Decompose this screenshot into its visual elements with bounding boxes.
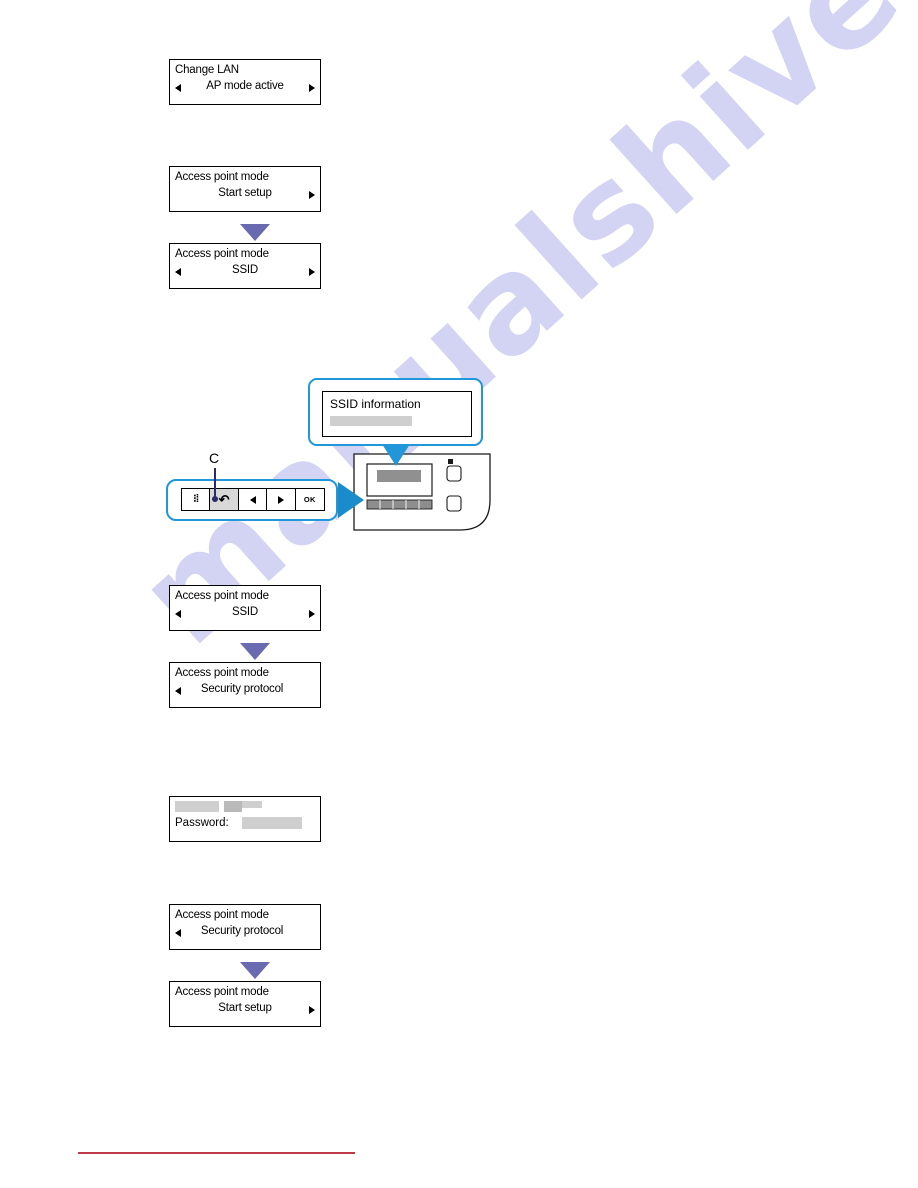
lcd-line-2-row: SSID bbox=[175, 264, 315, 280]
password-ssid-redacted bbox=[175, 801, 315, 814]
page-canvas: manualshive.com Change LAN AP mode activ… bbox=[0, 0, 918, 1188]
right-arrow-icon bbox=[309, 610, 315, 618]
left-arrow-button[interactable] bbox=[238, 489, 268, 510]
printer-power-indicator-icon bbox=[448, 459, 453, 464]
lcd-line-1: Access point mode bbox=[175, 667, 269, 679]
lcd-panel-ap-ssid-2: Access point mode SSID bbox=[169, 585, 321, 631]
right-arrow-icon bbox=[309, 84, 315, 92]
lcd-panel-password: Password: bbox=[169, 796, 321, 842]
left-arrow-icon bbox=[249, 495, 256, 504]
lcd-line-1: Access point mode bbox=[175, 248, 269, 260]
left-arrow-icon bbox=[175, 929, 181, 937]
lcd-panel-change-lan: Change LAN AP mode active bbox=[169, 59, 321, 105]
lcd-line-1: Access point mode bbox=[175, 590, 269, 602]
lcd-line-2-row: AP mode active bbox=[175, 80, 315, 96]
lcd-line-2: Security protocol bbox=[200, 925, 284, 937]
ssid-information-callout: SSID information bbox=[308, 378, 483, 446]
ok-button[interactable]: OK bbox=[295, 489, 325, 510]
lcd-line-2: AP mode active bbox=[206, 80, 284, 92]
transition-arrow-down-1 bbox=[240, 224, 270, 241]
lcd-line-2: SSID bbox=[231, 606, 259, 618]
printer-button-strip bbox=[366, 499, 433, 510]
watermark-layer: manualshive.com bbox=[0, 0, 918, 1188]
reference-label-c: C bbox=[209, 450, 220, 466]
lcd-line-1: Access point mode bbox=[175, 171, 269, 183]
right-arrow-icon bbox=[309, 1006, 315, 1014]
transition-arrow-down-2 bbox=[240, 643, 270, 660]
ssid-information-title: SSID information bbox=[330, 397, 421, 411]
lcd-line-2: SSID bbox=[231, 264, 259, 276]
lcd-panel-ap-start-setup-1: Access point mode Start setup bbox=[169, 166, 321, 212]
password-label: Password: bbox=[175, 817, 229, 830]
back-arrow-icon: ↶ bbox=[218, 492, 230, 507]
lcd-line-2-row: Start setup bbox=[175, 187, 315, 203]
left-arrow-icon bbox=[175, 84, 181, 92]
lcd-line-1: Change LAN bbox=[175, 64, 239, 76]
lcd-line-2-row: Security protocol bbox=[175, 683, 315, 699]
lcd-panel-ap-security-2: Access point mode Security protocol bbox=[169, 904, 321, 950]
right-arrow-button[interactable] bbox=[267, 489, 296, 510]
lcd-line-2: Security protocol bbox=[200, 683, 284, 695]
ok-button-label: OK bbox=[303, 495, 316, 504]
lcd-line-1: Access point mode bbox=[175, 986, 269, 998]
maintenance-icon: ⁝⁞ bbox=[193, 493, 199, 505]
zoom-pointer-arrow bbox=[338, 482, 364, 518]
lcd-line-2: Start setup bbox=[218, 1002, 272, 1014]
left-arrow-icon bbox=[175, 268, 181, 276]
lcd-line-2: Start setup bbox=[218, 187, 272, 199]
lcd-line-2-row: SSID bbox=[175, 606, 315, 622]
right-arrow-icon bbox=[277, 495, 284, 504]
left-arrow-icon bbox=[175, 610, 181, 618]
lcd-panel-ap-start-setup-2: Access point mode Start setup bbox=[169, 981, 321, 1027]
footer-rule bbox=[78, 1152, 355, 1154]
password-value-redacted bbox=[241, 817, 302, 829]
maintenance-button[interactable]: ⁝⁞ bbox=[182, 489, 211, 510]
right-arrow-icon bbox=[309, 191, 315, 199]
password-row: Password: bbox=[175, 817, 315, 833]
transition-arrow-down-3 bbox=[240, 962, 270, 979]
lcd-panel-ap-security-1: Access point mode Security protocol bbox=[169, 662, 321, 708]
ssid-information-value-redacted bbox=[330, 412, 464, 427]
lcd-line-2-row: Security protocol bbox=[175, 925, 315, 941]
right-arrow-icon bbox=[309, 268, 315, 276]
lcd-line-2-row: Start setup bbox=[175, 1002, 315, 1018]
printer-lcd-screen bbox=[377, 470, 421, 482]
reference-leader-dot bbox=[212, 496, 218, 502]
lcd-panel-ap-ssid-1: Access point mode SSID bbox=[169, 243, 321, 289]
ssid-information-screen: SSID information bbox=[322, 391, 472, 437]
printer-power-button bbox=[446, 465, 462, 482]
callout-tip-arrow bbox=[382, 444, 410, 466]
printer-illustration bbox=[353, 453, 491, 531]
printer-secondary-button bbox=[446, 495, 462, 512]
lcd-line-1: Access point mode bbox=[175, 909, 269, 921]
left-arrow-icon bbox=[175, 687, 181, 695]
control-panel-button-strip: ⁝⁞ ↶ OK bbox=[181, 488, 325, 511]
